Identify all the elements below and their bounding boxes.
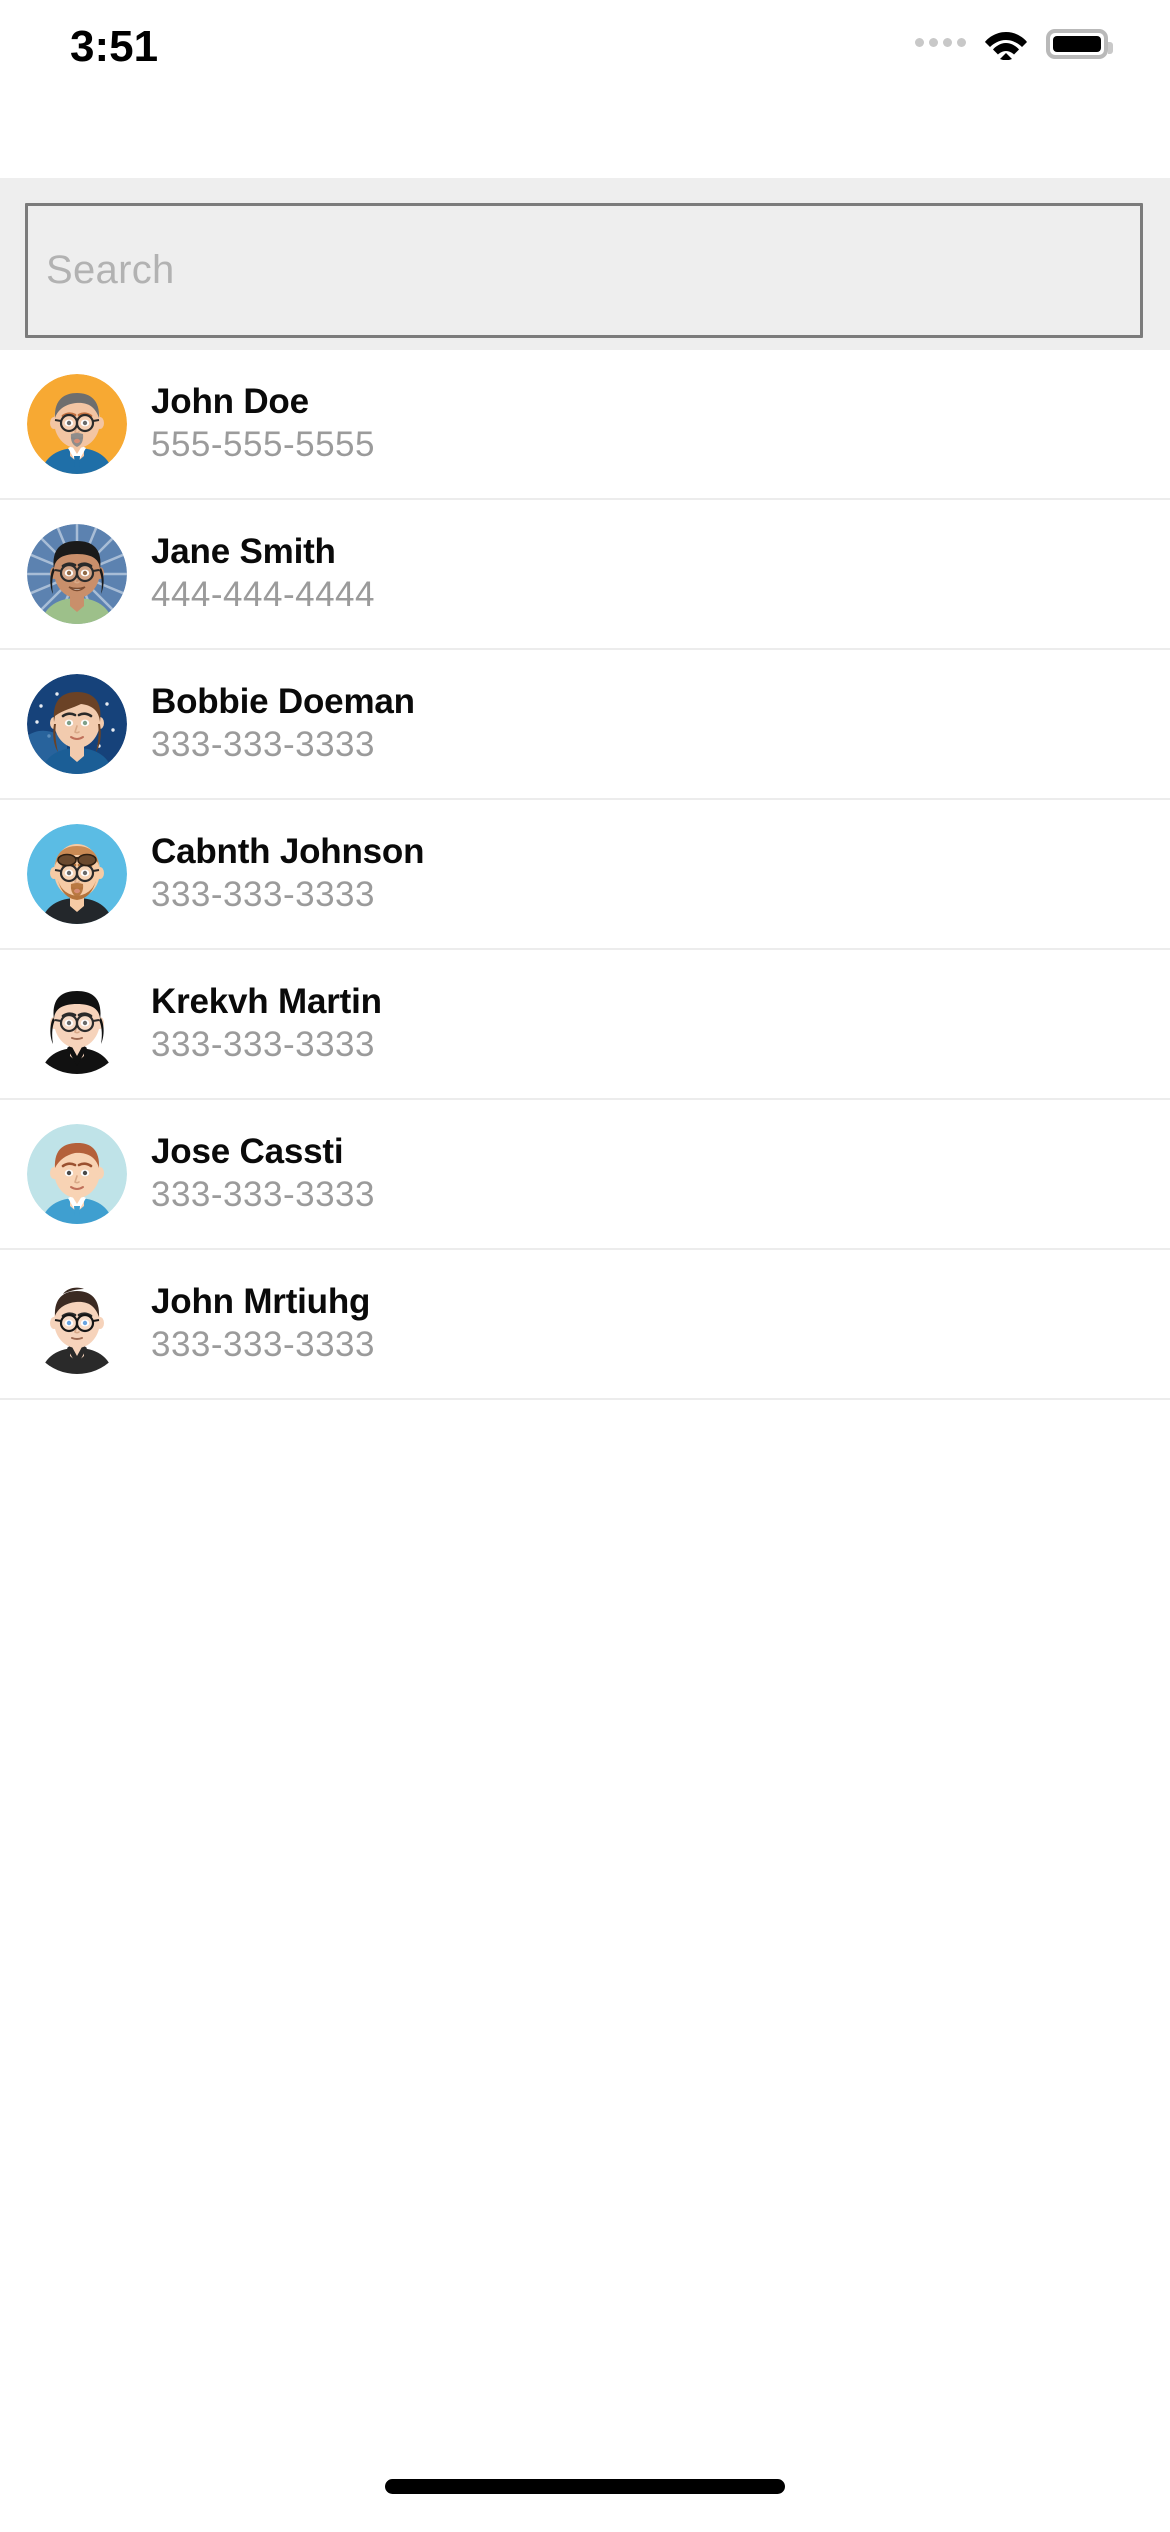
search-input[interactable]: Search — [25, 203, 1143, 338]
contact-phone: 333-333-3333 — [151, 725, 375, 765]
contact-phone: 333-333-3333 — [151, 875, 375, 915]
contact-row[interactable]: Krekvh Martin 333-333-3333 — [0, 950, 1170, 1100]
contact-phone: 333-333-3333 — [151, 1325, 375, 1365]
wifi-icon — [984, 28, 1028, 61]
contact-name: Bobbie Doeman — [151, 681, 415, 721]
status-bar: 3:51 — [0, 0, 1170, 130]
avatar — [27, 1124, 127, 1224]
home-indicator[interactable] — [385, 2479, 785, 2494]
avatar — [27, 374, 127, 474]
contact-name: Cabnth Johnson — [151, 831, 425, 871]
contact-name: Jose Cassti — [151, 1131, 344, 1171]
status-bar-time: 3:51 — [70, 22, 159, 71]
contact-phone: 555-555-5555 — [151, 425, 375, 465]
contact-name: John Mrtiuhg — [151, 1281, 371, 1321]
contact-list[interactable]: John Doe 555-555-5555 Jane Smith 444-444-44… — [0, 350, 1170, 1400]
contact-row[interactable]: John Mrtiuhg 333-333-3333 — [0, 1250, 1170, 1400]
avatar — [27, 824, 127, 924]
contact-name: Krekvh Martin — [151, 981, 382, 1021]
contact-text: Bobbie Doeman 333-333-3333 — [151, 682, 415, 766]
search-bar-container: Search — [0, 178, 1170, 350]
contact-text: Jane Smith 444-444-4444 — [151, 532, 375, 616]
avatar — [27, 1274, 127, 1374]
contact-row[interactable]: John Doe 555-555-5555 — [0, 350, 1170, 500]
battery-full-icon — [1046, 29, 1113, 59]
avatar — [27, 974, 127, 1074]
contact-row[interactable]: Bobbie Doeman 333-333-3333 — [0, 650, 1170, 800]
contact-text: John Doe 555-555-5555 — [151, 382, 375, 466]
contact-row[interactable]: Cabnth Johnson 333-333-3333 — [0, 800, 1170, 950]
status-bar-indicators — [915, 28, 1113, 61]
contact-row[interactable]: Jose Cassti 333-333-3333 — [0, 1100, 1170, 1250]
avatar — [27, 524, 127, 624]
contact-name: Jane Smith — [151, 531, 336, 571]
contact-text: Krekvh Martin 333-333-3333 — [151, 982, 382, 1066]
contact-phone: 444-444-4444 — [151, 575, 375, 615]
contact-text: Jose Cassti 333-333-3333 — [151, 1132, 375, 1216]
contact-text: John Mrtiuhg 333-333-3333 — [151, 1282, 375, 1366]
avatar — [27, 674, 127, 774]
search-placeholder: Search — [46, 248, 175, 292]
contact-name: John Doe — [151, 381, 309, 421]
contact-phone: 333-333-3333 — [151, 1175, 375, 1215]
contact-row[interactable]: Jane Smith 444-444-4444 — [0, 500, 1170, 650]
signal-dots-icon — [915, 37, 966, 51]
contact-text: Cabnth Johnson 333-333-3333 — [151, 832, 424, 916]
contact-phone: 333-333-3333 — [151, 1025, 375, 1065]
